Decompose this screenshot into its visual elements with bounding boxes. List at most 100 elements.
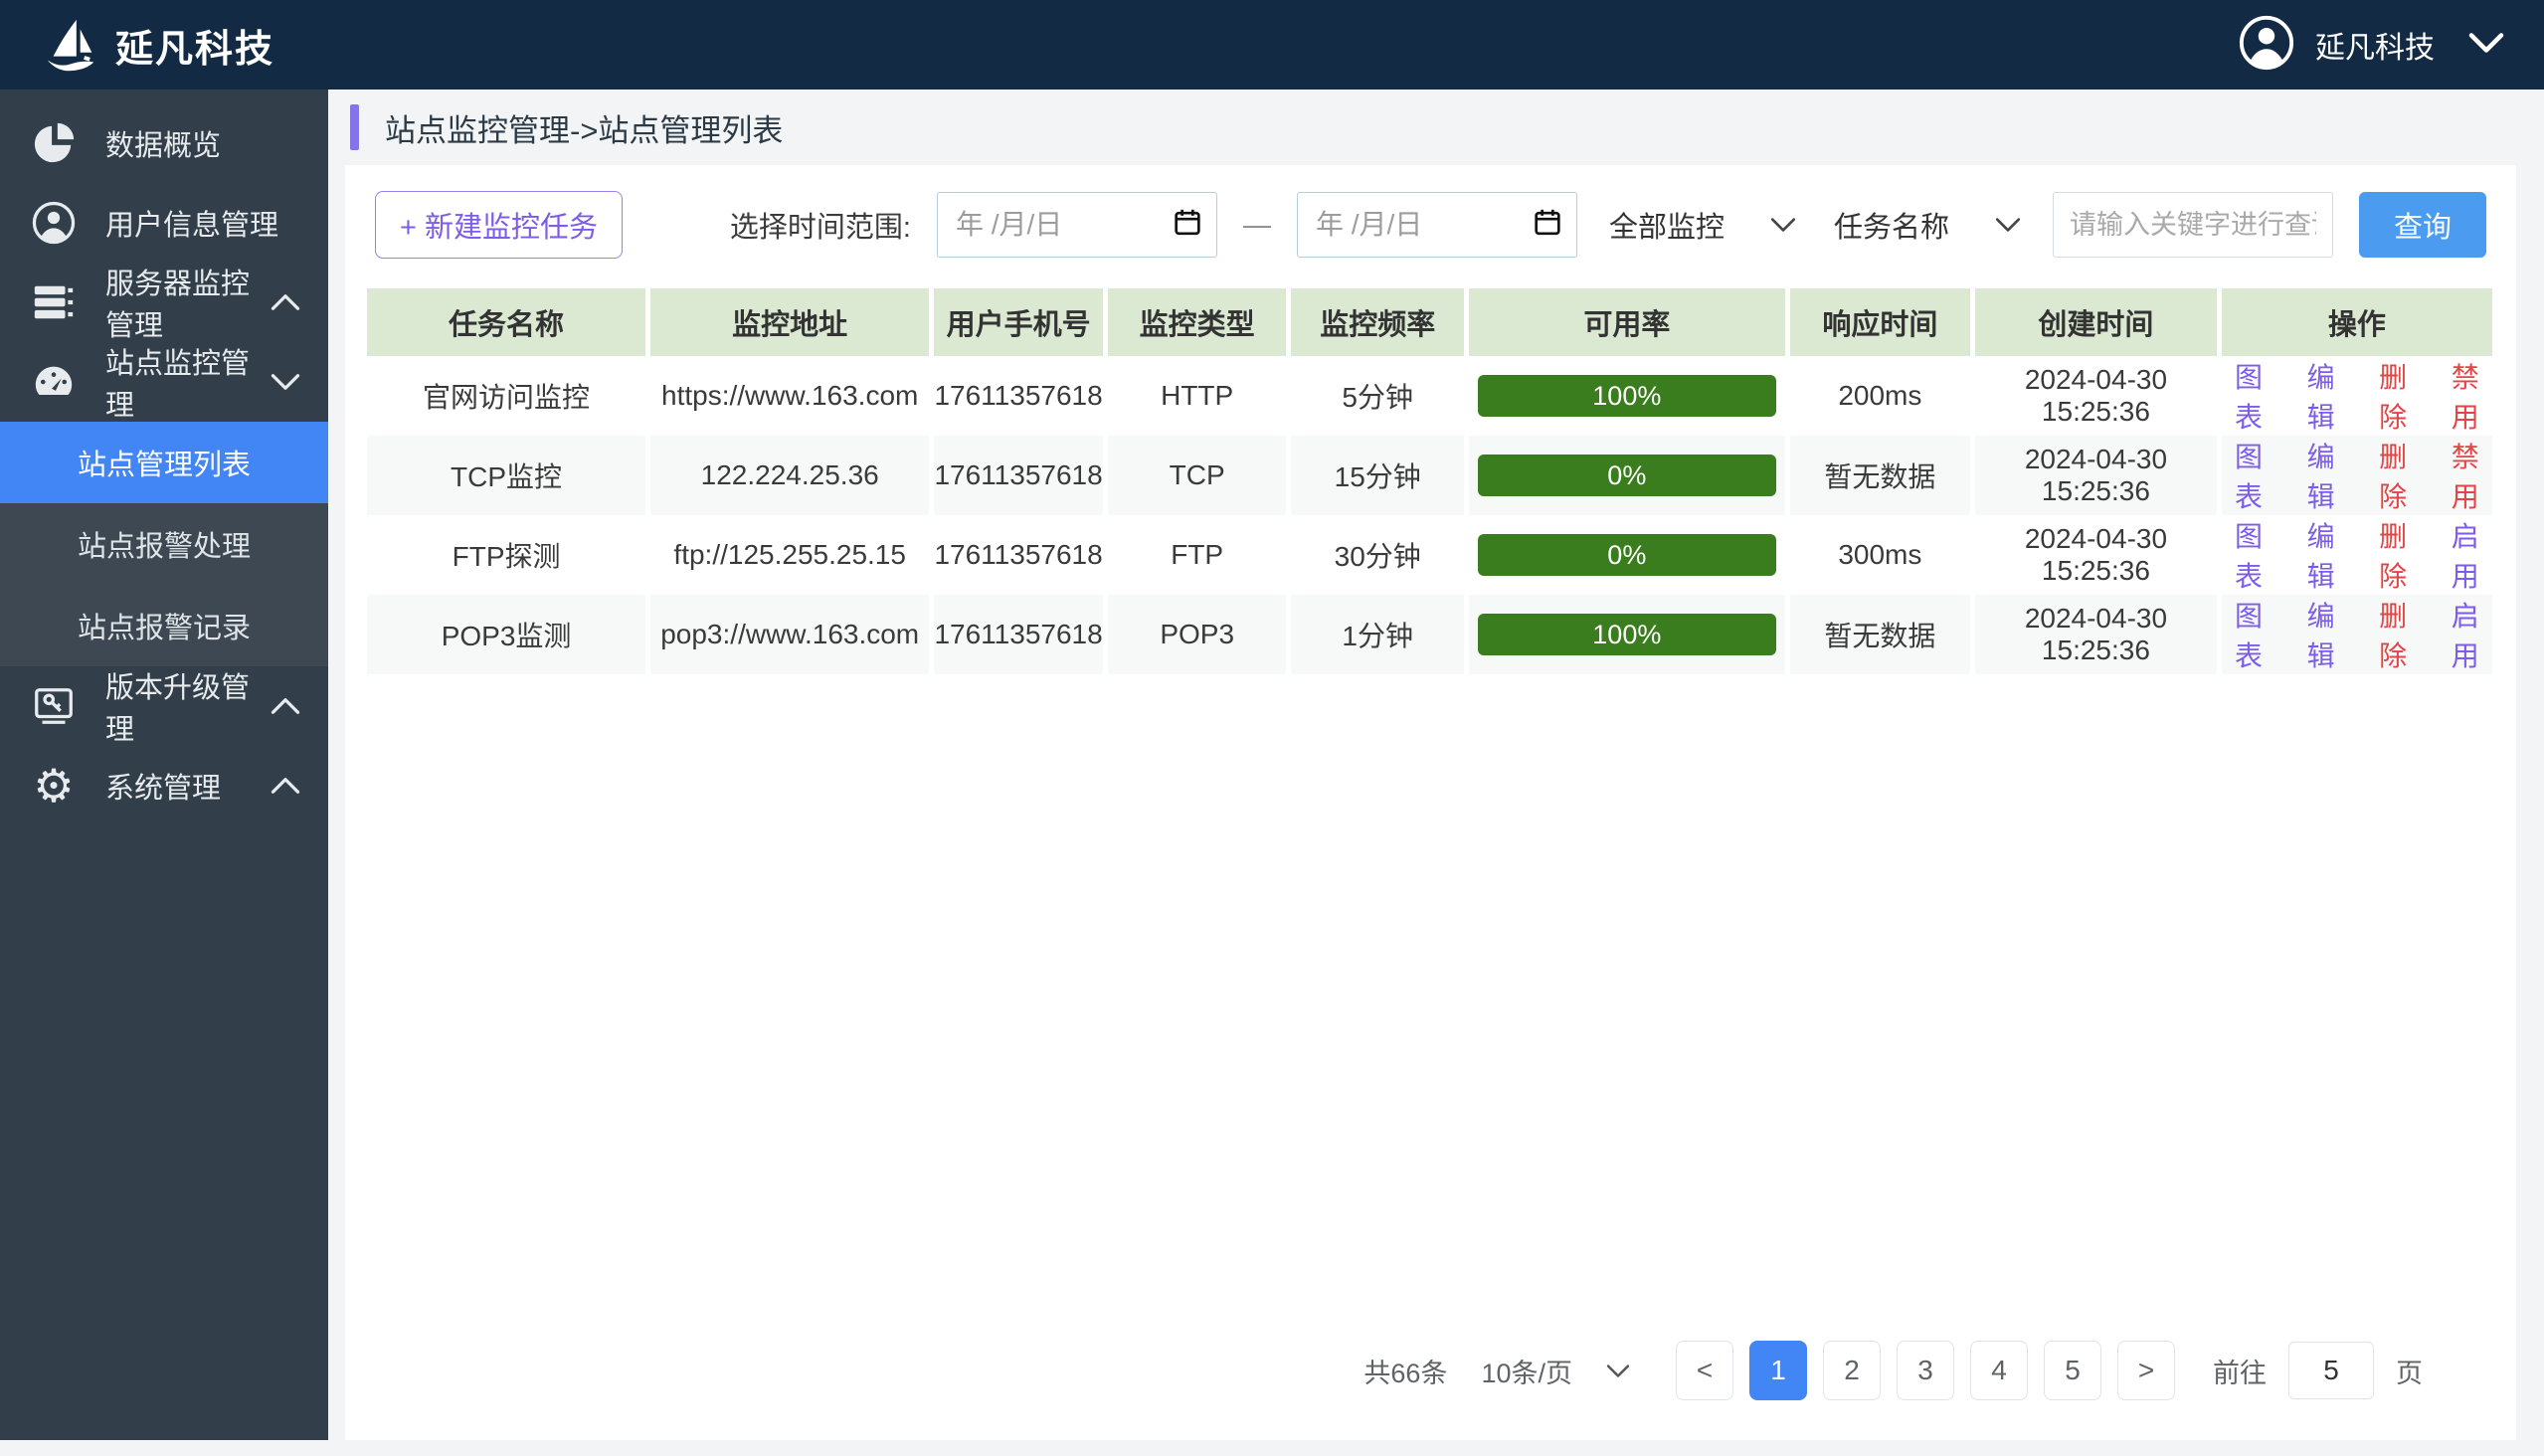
user-icon xyxy=(28,199,80,247)
sidebar-item-server-monitor[interactable]: 服务器监控管理 xyxy=(0,263,328,342)
sidebar-item-label: 版本升级管理 xyxy=(105,664,265,748)
action-chart-link[interactable]: 图表 xyxy=(2222,595,2276,674)
table-row: POP3监测 pop3://www.163.com 17611357618 PO… xyxy=(367,595,2492,674)
page-button-1[interactable]: 1 xyxy=(1749,1341,1807,1400)
page-button-5[interactable]: 5 xyxy=(2044,1341,2101,1400)
availability-cell: 100% xyxy=(1469,356,1785,436)
column-header: 监控频率 xyxy=(1291,288,1464,356)
prev-page-button[interactable]: < xyxy=(1676,1341,1733,1400)
monitor-address-cell: https://www.163.com xyxy=(650,356,929,436)
action-edit-link[interactable]: 编辑 xyxy=(2293,595,2348,674)
column-header: 操作 xyxy=(2222,288,2492,356)
action-edit-link[interactable]: 编辑 xyxy=(2293,515,2348,595)
sidebar-item-site-monitor[interactable]: 站点监控管理 xyxy=(0,342,328,422)
sidebar-item-label: 用户信息管理 xyxy=(105,202,300,244)
response-time-cell: 暂无数据 xyxy=(1790,436,1970,515)
task-name-cell: POP3监测 xyxy=(367,595,645,674)
server-icon xyxy=(28,278,80,326)
monitor-address-cell: ftp://125.255.25.15 xyxy=(650,515,929,595)
avatar-icon xyxy=(2238,14,2295,77)
monitor-type-cell: TCP xyxy=(1108,436,1287,515)
action-chart-link[interactable]: 图表 xyxy=(2222,356,2276,436)
action-disable-link[interactable]: 禁用 xyxy=(2438,436,2492,515)
user-menu[interactable]: 延凡科技 xyxy=(2238,14,2504,77)
action-chart-link[interactable]: 图表 xyxy=(2222,436,2276,515)
breadcrumb: 站点监控管理->站点管理列表 xyxy=(385,105,783,150)
date-start-field[interactable] xyxy=(937,192,1217,258)
availability-cell: 100% xyxy=(1469,595,1785,674)
monitor-type-cell: HTTP xyxy=(1108,356,1287,436)
monitor-type-select[interactable]: 全部监控 xyxy=(1603,204,1802,246)
phone-cell: 17611357618 xyxy=(934,356,1103,436)
new-monitor-task-button[interactable]: + 新建监控任务 xyxy=(375,191,623,259)
phone-cell: 17611357618 xyxy=(934,595,1103,674)
action-delete-link[interactable]: 删除 xyxy=(2366,515,2421,595)
frequency-cell: 30分钟 xyxy=(1291,515,1464,595)
brand-title: 延凡科技 xyxy=(115,18,274,73)
page-size-select[interactable]: 10条/页 xyxy=(1481,1352,1630,1390)
sidebar-item-system-manage[interactable]: ⚙ 系统管理 xyxy=(0,746,328,825)
chevron-up-icon xyxy=(271,690,300,723)
column-header: 任务名称 xyxy=(367,288,645,356)
actions-cell: 图表 编辑 删除 启用 xyxy=(2222,595,2492,674)
column-header: 用户手机号 xyxy=(934,288,1103,356)
page-button-3[interactable]: 3 xyxy=(1897,1341,1954,1400)
toolbar-filters: 选择时间范围: — xyxy=(730,192,2486,258)
calendar-icon[interactable] xyxy=(1532,207,1563,244)
page-button-2[interactable]: 2 xyxy=(1823,1341,1881,1400)
table-row: 官网访问监控 https://www.163.com 17611357618 H… xyxy=(367,356,2492,436)
response-time-cell: 200ms xyxy=(1790,356,1970,436)
action-edit-link[interactable]: 编辑 xyxy=(2293,436,2348,515)
actions-cell: 图表 编辑 删除 禁用 xyxy=(2222,356,2492,436)
sailboat-logo-icon xyxy=(40,14,101,76)
action-delete-link[interactable]: 删除 xyxy=(2366,436,2421,515)
action-delete-link[interactable]: 删除 xyxy=(2366,356,2421,436)
actions-cell: 图表 编辑 删除 禁用 xyxy=(2222,436,2492,515)
monitor-table: 任务名称 监控地址 用户手机号 监控类型 监控频率 可用率 响应时间 创建时间 … xyxy=(367,288,2492,674)
task-name-select[interactable]: 任务名称 xyxy=(1828,204,2027,246)
date-end-field[interactable] xyxy=(1297,192,1577,258)
availability-bar: 100% xyxy=(1478,614,1776,655)
calendar-icon[interactable] xyxy=(1172,207,1203,244)
action-edit-link[interactable]: 编辑 xyxy=(2293,356,2348,436)
task-name-cell: TCP监控 xyxy=(367,436,645,515)
date-range-label: 选择时间范围: xyxy=(730,204,911,246)
phone-cell: 17611357618 xyxy=(934,436,1103,515)
sidebar-item-version-upgrade[interactable]: 版本升级管理 xyxy=(0,666,328,746)
task-name-cell: FTP探测 xyxy=(367,515,645,595)
column-header: 监控地址 xyxy=(650,288,929,356)
created-time-cell: 2024-04-30 15:25:36 xyxy=(1975,356,2217,436)
chevron-down-icon xyxy=(271,366,300,399)
submenu-item-site-list[interactable]: 站点管理列表 xyxy=(0,422,328,503)
goto-label: 前往 xyxy=(2213,1352,2267,1390)
chevron-up-icon xyxy=(271,286,300,319)
brand: 延凡科技 xyxy=(40,14,274,76)
query-button[interactable]: 查询 xyxy=(2359,192,2486,258)
next-page-button[interactable]: > xyxy=(2117,1341,2175,1400)
page-button-4[interactable]: 4 xyxy=(1970,1341,2028,1400)
created-time-cell: 2024-04-30 15:25:36 xyxy=(1975,515,2217,595)
chevron-up-icon xyxy=(271,770,300,803)
goto-suffix: 页 xyxy=(2396,1352,2423,1390)
action-disable-link[interactable]: 禁用 xyxy=(2438,356,2492,436)
breadcrumb-accent-bar xyxy=(350,104,359,150)
sidebar-item-data-overview[interactable]: 数据概览 xyxy=(0,103,328,183)
submenu-item-alarm-handle[interactable]: 站点报警处理 xyxy=(0,503,328,585)
column-header: 响应时间 xyxy=(1790,288,1970,356)
action-chart-link[interactable]: 图表 xyxy=(2222,515,2276,595)
task-name-cell: 官网访问监控 xyxy=(367,356,645,436)
action-enable-link[interactable]: 启用 xyxy=(2438,595,2492,674)
monitor-address-cell: 122.224.25.36 xyxy=(650,436,929,515)
submenu-item-alarm-record[interactable]: 站点报警记录 xyxy=(0,585,328,666)
created-time-cell: 2024-04-30 15:25:36 xyxy=(1975,436,2217,515)
sidebar-item-user-info[interactable]: 用户信息管理 xyxy=(0,183,328,263)
sidebar-item-label: 数据概览 xyxy=(105,122,300,164)
search-input[interactable] xyxy=(2053,192,2333,258)
goto-page-input[interactable] xyxy=(2288,1342,2374,1399)
goto-page: 前往 页 xyxy=(2213,1342,2423,1399)
chevron-down-icon xyxy=(1770,217,1796,233)
action-enable-link[interactable]: 启用 xyxy=(2438,515,2492,595)
monitor-address-cell: pop3://www.163.com xyxy=(650,595,929,674)
frequency-cell: 5分钟 xyxy=(1291,356,1464,436)
action-delete-link[interactable]: 删除 xyxy=(2366,595,2421,674)
